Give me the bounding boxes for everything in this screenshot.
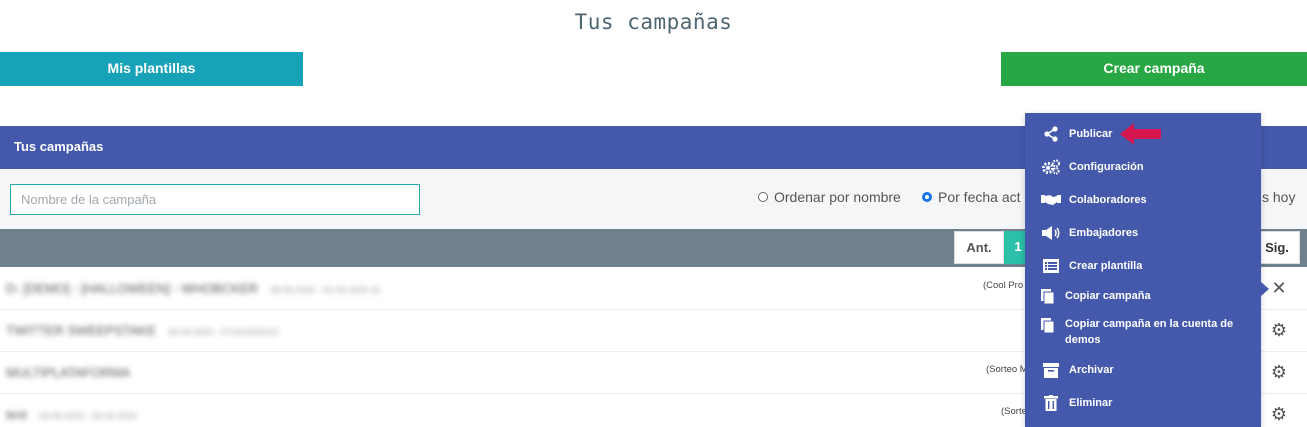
trash-icon [1041, 394, 1061, 412]
menu-item-colaboradores[interactable]: Colaboradores [1025, 191, 1261, 209]
cogs-icon [1041, 158, 1061, 176]
campaign-name: TWITTER SWEEPSTAKE 25.09.2020 - 07/10/202… [6, 323, 279, 338]
radio-checked-icon [922, 192, 932, 202]
panel-title: Tus campañas [14, 139, 104, 154]
handshake-icon [1041, 191, 1061, 209]
campaign-search-input[interactable] [10, 184, 420, 215]
campaign-name: test 09.09.2020 - 09.09.2020 [6, 407, 138, 422]
menu-item-crear-plantilla[interactable]: Crear plantilla [1025, 257, 1261, 275]
campaign-dates: 08.09.2020 - 01.09.2020 22 [270, 285, 381, 295]
sort-by-date-label: Por fecha act [938, 189, 1021, 205]
campaign-type: (Sorteo M [986, 364, 1028, 375]
gear-icon[interactable]: ⚙ [1270, 362, 1288, 382]
copy-icon [1038, 287, 1058, 305]
annotation-arrow-icon [1120, 123, 1161, 145]
gear-icon[interactable]: ⚙ [1270, 404, 1288, 424]
sort-by-date-radio[interactable]: Por fecha act [922, 189, 1021, 205]
list-icon [1041, 257, 1061, 275]
campaign-actions-menu: Publicar Configuración Colaboradores Emb… [1025, 113, 1261, 427]
sort-by-name-radio[interactable]: Ordenar por nombre [758, 189, 901, 205]
menu-item-embajadores[interactable]: Embajadores [1025, 224, 1261, 242]
close-icon[interactable]: ✕ [1270, 278, 1288, 298]
menu-item-copiar-campana-demos[interactable]: Copiar campaña en la cuenta de demos [1025, 316, 1261, 350]
archive-icon [1041, 361, 1061, 379]
campaign-name: MULTIPLATAFORMA [6, 365, 131, 380]
campaign-type: (Sorte [1001, 406, 1027, 417]
copy-icon [1038, 316, 1058, 334]
radio-unchecked-icon [758, 192, 768, 202]
campaign-dates: 25.09.2020 - 07/10/2020/22 [168, 327, 279, 337]
menu-pointer [1261, 282, 1269, 296]
prev-page-button[interactable]: Ant. [954, 231, 1004, 264]
campaign-dates: 09.09.2020 - 09.09.2020 [38, 411, 138, 421]
page-title: Tus campañas [574, 10, 733, 34]
campaign-name: D- [DEMO] - [HALLOWEEN] - WHOBCKER 08.09.… [6, 281, 381, 296]
share-icon [1041, 125, 1061, 143]
megaphone-icon [1041, 224, 1061, 242]
menu-item-configuracion[interactable]: Configuración [1025, 158, 1261, 176]
create-campaign-button[interactable]: Crear campaña [1001, 52, 1307, 86]
today-option-label: s hoy [1262, 189, 1296, 205]
menu-item-archivar[interactable]: Archivar [1025, 361, 1261, 379]
campaign-type: (Cool Pro [983, 280, 1024, 291]
my-templates-button[interactable]: Mis plantillas [0, 52, 303, 86]
menu-item-copiar-campana[interactable]: Copiar campaña [1025, 287, 1261, 305]
sort-by-name-label: Ordenar por nombre [774, 189, 901, 205]
gear-icon[interactable]: ⚙ [1270, 320, 1288, 340]
menu-item-eliminar[interactable]: Eliminar [1025, 394, 1261, 412]
